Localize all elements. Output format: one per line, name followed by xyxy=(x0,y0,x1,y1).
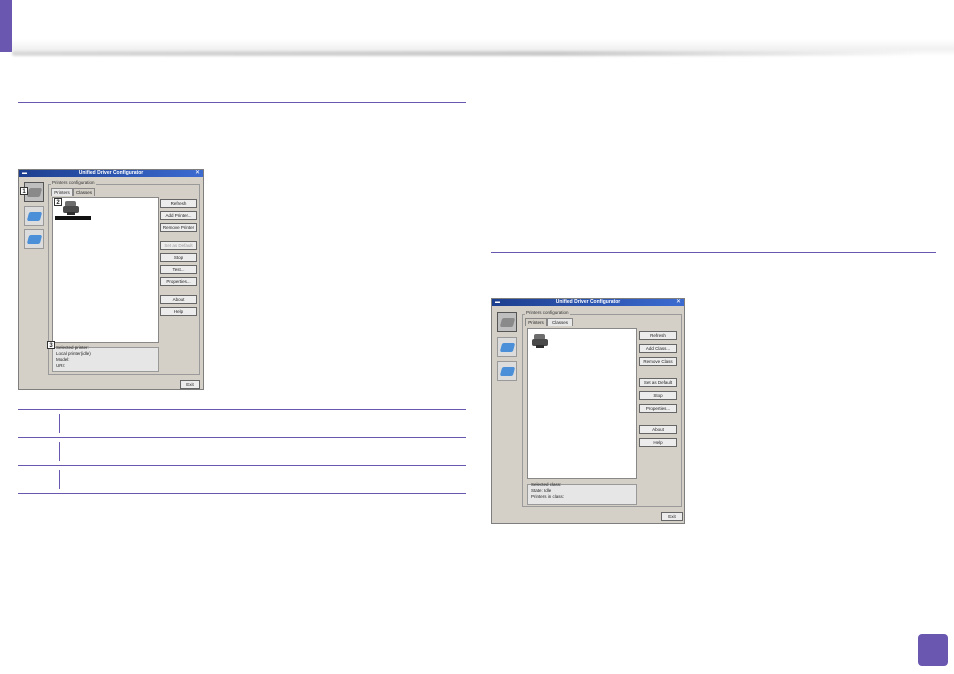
scanner-icon xyxy=(499,343,516,352)
group-label: Printers configuration xyxy=(525,310,570,316)
window-titlebar: ▬ Unified Driver Configurator ✕ xyxy=(492,299,684,306)
chapter-accent-bar xyxy=(0,0,12,52)
scanner-icon xyxy=(26,212,43,221)
refresh-button[interactable]: Refresh xyxy=(639,331,677,340)
right-configurator-window: ▬ Unified Driver Configurator ✕ Printers… xyxy=(491,298,685,524)
selected-printer-name[interactable] xyxy=(55,216,91,220)
section-rule-left xyxy=(18,102,466,103)
window-titlebar: ▬ Unified Driver Configurator ✕ xyxy=(19,170,203,177)
ports-config-button[interactable] xyxy=(24,229,44,249)
test-button[interactable]: Test... xyxy=(160,265,197,274)
section-rule-right xyxy=(491,252,936,253)
printer-icon xyxy=(26,188,43,197)
stop-button[interactable]: Stop xyxy=(160,253,197,262)
exit-button[interactable]: Exit xyxy=(180,380,200,389)
header-shadow-line xyxy=(12,51,922,56)
info-uri: URI: xyxy=(56,363,65,368)
page-number-badge xyxy=(918,634,948,666)
selected-class-info: Selected class: State: Idle Printers in … xyxy=(527,482,637,505)
printer-icon xyxy=(499,318,516,327)
about-button[interactable]: About xyxy=(160,295,197,304)
table-row xyxy=(18,410,466,438)
stop-button[interactable]: Stop xyxy=(639,391,677,400)
help-button[interactable]: Help xyxy=(160,307,197,316)
callout-3: 3 xyxy=(47,341,55,349)
remove-printer-button[interactable]: Remove Printer xyxy=(160,223,197,232)
printers-config-button[interactable] xyxy=(497,312,517,332)
callout-2: 2 xyxy=(54,198,62,206)
printer-icon xyxy=(63,201,79,215)
class-list[interactable] xyxy=(527,328,637,479)
port-icon xyxy=(26,235,43,244)
group-label: Printers configuration xyxy=(51,180,96,186)
remove-class-button[interactable]: Remove Class xyxy=(639,357,677,366)
about-button[interactable]: About xyxy=(639,425,677,434)
scanners-config-button[interactable] xyxy=(24,206,44,226)
tab-classes[interactable]: Classes xyxy=(73,188,95,196)
refresh-button[interactable]: Refresh xyxy=(160,199,197,208)
tab-classes[interactable]: Classes xyxy=(547,318,573,326)
set-default-button[interactable]: Set as Default xyxy=(639,378,677,387)
selected-printer-info: Selected printer: Local printer(idle) Mo… xyxy=(52,345,159,372)
table-row xyxy=(18,438,466,466)
set-default-button[interactable]: Set as Default xyxy=(160,241,197,250)
close-icon[interactable]: ✕ xyxy=(676,298,681,306)
left-configurator-window: ▬ Unified Driver Configurator ✕ Printers… xyxy=(18,169,204,390)
printer-icon xyxy=(532,334,548,348)
printer-list[interactable] xyxy=(52,197,159,343)
header-band xyxy=(12,0,954,56)
ports-config-button[interactable] xyxy=(497,361,517,381)
add-printer-button[interactable]: Add Printer... xyxy=(160,211,197,220)
table-row xyxy=(18,466,466,494)
properties-button[interactable]: Properties... xyxy=(160,277,197,286)
window-title: Unified Driver Configurator xyxy=(555,299,621,305)
scanners-config-button[interactable] xyxy=(497,337,517,357)
exit-button[interactable]: Exit xyxy=(661,512,683,521)
tab-printers[interactable]: Printers xyxy=(51,188,73,196)
info-printers-in-class: Printers in class: xyxy=(531,494,565,499)
window-title: Unified Driver Configurator xyxy=(78,170,144,176)
properties-button[interactable]: Properties... xyxy=(639,404,677,413)
tab-printers[interactable]: Printers xyxy=(525,318,547,326)
add-class-button[interactable]: Add Class... xyxy=(639,344,677,353)
close-icon[interactable]: ✕ xyxy=(195,169,200,177)
help-button[interactable]: Help xyxy=(639,438,677,447)
callout-1: 1 xyxy=(20,187,28,195)
port-icon xyxy=(499,367,516,376)
